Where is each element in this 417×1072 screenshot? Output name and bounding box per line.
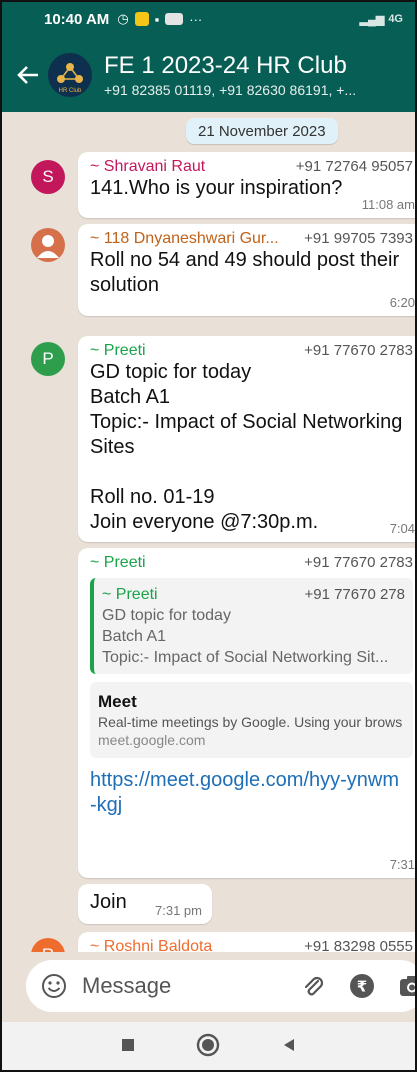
- message-bubble[interactable]: ~ Roshni Baldota +91 83298 0555: [78, 932, 417, 952]
- group-participants: +91 82385 01119, +91 82630 86191, +...: [104, 82, 357, 98]
- news-status-icon: ▪: [154, 11, 160, 27]
- group-title[interactable]: FE 1 2023-24 HR Club: [104, 52, 356, 80]
- message-bubble[interactable]: ~ Shravani Raut +91 72764 95057 141.Who …: [78, 152, 417, 218]
- quoted-line: Topic:- Impact of Social Networking Sit.…: [102, 649, 389, 666]
- home-icon[interactable]: [195, 1032, 221, 1063]
- network-type: 4G: [388, 13, 403, 25]
- sender-phone: +91 83298 0555: [304, 938, 413, 952]
- preview-domain: meet.google.com: [98, 732, 206, 748]
- meet-link[interactable]: https://meet.google.com/hyy-ynwm -kgj: [90, 768, 413, 818]
- person-icon: [37, 235, 59, 258]
- message-time: 7:31: [389, 857, 415, 872]
- message-text-line: Topic:- Impact of Social Networking: [90, 411, 403, 433]
- system-nav-bar: [0, 1022, 417, 1072]
- chat-area: 21 November 2023 S ~ Shravani Raut +91 7…: [0, 112, 417, 952]
- composer: ₹: [0, 952, 417, 1022]
- message-text-line: Roll no. 01-19: [90, 486, 215, 508]
- message-text-line: Join everyone @7:30p.m.: [90, 511, 319, 533]
- link-preview[interactable]: Meet Real-time meetings by Google. Using…: [90, 682, 413, 758]
- signal-icon: ▂▄▆: [359, 13, 385, 26]
- chat-header: HR Club FE 1 2023-24 HR Club +91 82385 0…: [0, 38, 417, 112]
- quoted-sender: ~ Preeti: [102, 586, 158, 603]
- avatar[interactable]: [31, 228, 65, 262]
- message-bubble[interactable]: Join 7:31 pm: [78, 884, 212, 924]
- quoted-phone: +91 77670 278: [304, 586, 405, 603]
- message-text-line: Sites: [90, 436, 135, 458]
- avatar-label: HR Club: [58, 88, 82, 94]
- arrow-left-icon[interactable]: [14, 61, 42, 89]
- toi-status-icon: [165, 13, 184, 25]
- status-misc: ···: [189, 11, 203, 27]
- message-text-line: Batch A1: [90, 386, 171, 408]
- sender-phone: +91 77670 2783: [304, 554, 413, 571]
- attach-icon[interactable]: [300, 973, 326, 999]
- sender-name[interactable]: ~ Shravani Raut: [90, 158, 205, 176]
- quoted-message[interactable]: ~ Preeti +91 77670 278 GD topic for toda…: [90, 578, 413, 674]
- message-bubble[interactable]: ~ 118 Dnyaneshwari Gur... +91 99705 7393…: [78, 224, 417, 316]
- camera-icon[interactable]: [398, 973, 417, 999]
- notification-app-icon: [134, 12, 149, 26]
- sender-name[interactable]: ~ Roshni Baldota: [90, 938, 212, 952]
- status-time: 10:40 AM: [44, 10, 110, 28]
- message-input-bar[interactable]: ₹: [26, 960, 417, 1012]
- message-time: 6:20: [389, 295, 415, 310]
- message-text-line: Roll no 54 and 49 should post their: [90, 249, 400, 271]
- sender-phone: +91 99705 7393: [304, 230, 413, 247]
- message-input[interactable]: [80, 972, 274, 1000]
- sender-phone: +91 77670 2783: [304, 342, 413, 359]
- message-time: 7:04: [389, 521, 415, 536]
- avatar[interactable]: S: [31, 160, 65, 194]
- sender-name[interactable]: ~ Preeti: [90, 342, 146, 360]
- quoted-line: GD topic for today: [102, 607, 231, 624]
- sender-name[interactable]: ~ Preeti: [90, 554, 146, 572]
- date-chip: 21 November 2023: [186, 118, 338, 144]
- status-bar: 10:40 AM ◷ ▪ ··· ▂▄▆ 4G: [0, 0, 417, 38]
- preview-title: Meet: [98, 692, 137, 711]
- sender-phone: +91 72764 95057: [295, 158, 413, 175]
- group-avatar[interactable]: HR Club: [48, 53, 92, 97]
- emoji-icon[interactable]: [40, 972, 68, 1000]
- preview-description: Real-time meetings by Google. Using your…: [98, 714, 403, 730]
- message-bubble[interactable]: ~ Preeti +91 77670 2783 GD topic for tod…: [78, 336, 417, 542]
- message-text-line: solution: [90, 274, 159, 296]
- message-time: 11:08 am: [361, 197, 415, 212]
- svg-text:₹: ₹: [357, 978, 367, 996]
- avatar[interactable]: P: [31, 342, 65, 376]
- message-text: Join: [90, 891, 127, 913]
- back-triangle-icon[interactable]: [280, 1036, 298, 1059]
- recent-apps-icon[interactable]: [119, 1036, 137, 1059]
- message-time: 7:31 pm: [155, 903, 202, 918]
- sender-name[interactable]: ~ 118 Dnyaneshwari Gur...: [90, 230, 279, 248]
- avatar[interactable]: R: [31, 938, 65, 952]
- rupee-icon[interactable]: ₹: [348, 972, 376, 1000]
- clock-status-icon: ◷: [117, 11, 129, 26]
- message-bubble[interactable]: ~ Preeti +91 77670 2783 ~ Preeti +91 776…: [78, 548, 417, 878]
- quoted-line: Batch A1: [102, 628, 167, 645]
- message-text-line: GD topic for today: [90, 361, 252, 383]
